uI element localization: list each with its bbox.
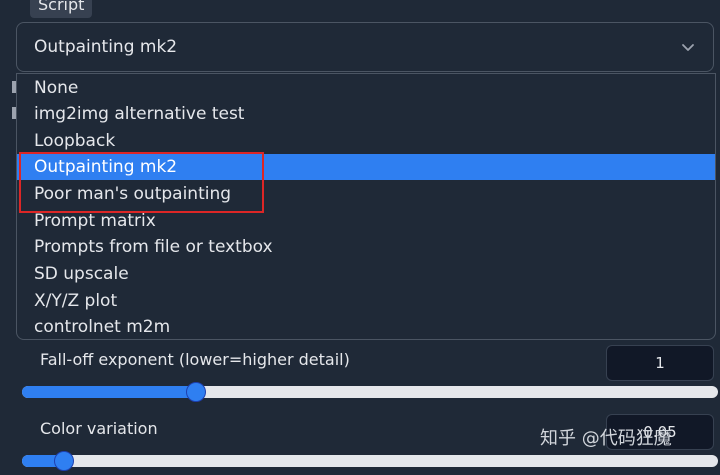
- script-settings-screenshot: Script Outpainting mk2 None img2img alte…: [0, 0, 720, 475]
- dropdown-option[interactable]: Prompt matrix: [17, 208, 715, 234]
- dropdown-option[interactable]: None: [17, 75, 715, 101]
- falloff-slider-track[interactable]: [22, 386, 718, 398]
- script-select-value: Outpainting mk2: [34, 37, 178, 57]
- dropdown-option-selected[interactable]: Outpainting mk2: [17, 154, 715, 180]
- dropdown-option[interactable]: Prompts from file or textbox: [17, 234, 715, 260]
- dropdown-option[interactable]: Poor man's outpainting: [17, 181, 715, 207]
- dropdown-option[interactable]: Loopback: [17, 128, 715, 154]
- falloff-slider-fill: [22, 386, 196, 398]
- script-select[interactable]: Outpainting mk2: [16, 22, 714, 72]
- script-panel: Script Outpainting mk2 None img2img alte…: [0, 0, 720, 475]
- falloff-slider-thumb[interactable]: [186, 382, 206, 402]
- falloff-input[interactable]: 1: [606, 345, 714, 381]
- watermark-text: 知乎 @代码狂魔: [540, 428, 672, 449]
- dropdown-option[interactable]: controlnet m2m: [17, 314, 715, 339]
- color-variation-slider-track[interactable]: [22, 455, 718, 467]
- color-variation-label: Color variation: [40, 419, 158, 438]
- script-section-label: Script: [30, 0, 93, 18]
- chevron-down-icon: [682, 44, 694, 51]
- dropdown-option[interactable]: img2img alternative test: [17, 101, 715, 127]
- dropdown-option[interactable]: X/Y/Z plot: [17, 288, 715, 314]
- color-variation-slider-thumb[interactable]: [53, 451, 74, 471]
- falloff-label: Fall-off exponent (lower=higher detail): [40, 350, 350, 369]
- dropdown-option[interactable]: SD upscale: [17, 261, 715, 287]
- script-dropdown-list[interactable]: None img2img alternative test Loopback O…: [16, 73, 716, 340]
